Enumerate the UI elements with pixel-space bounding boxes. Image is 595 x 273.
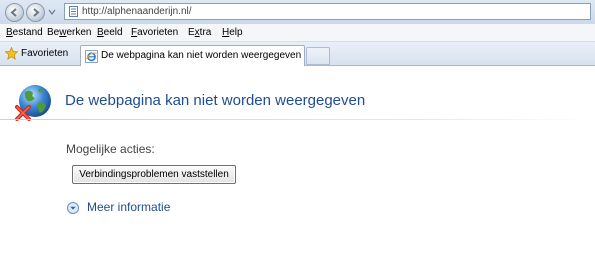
- menu-bewerken[interactable]: Bewerken: [47, 27, 91, 38]
- recent-pages-dropdown[interactable]: [48, 8, 56, 16]
- diagnose-connection-button[interactable]: Verbindingsproblemen vaststellen: [72, 165, 236, 184]
- url-text[interactable]: http://alphenaanderijn.nl/: [82, 6, 192, 17]
- address-bar[interactable]: http://alphenaanderijn.nl/: [64, 3, 591, 20]
- menu-bar: Bestand Bewerken Beeld Favorieten Extra …: [0, 24, 595, 42]
- favorites-button[interactable]: Favorieten: [3, 45, 75, 62]
- tab-bar: Favorieten De webpagina kan niet worden …: [0, 42, 595, 66]
- forward-button[interactable]: [26, 3, 45, 22]
- menu-bestand[interactable]: Bestand: [6, 27, 43, 38]
- actions-label: Mogelijke acties:: [66, 142, 155, 156]
- expand-circle-icon[interactable]: [67, 202, 79, 214]
- menu-help[interactable]: Help: [222, 27, 243, 38]
- favorites-label: Favorieten: [21, 48, 69, 59]
- page-icon: [69, 6, 78, 17]
- tab-title: De webpagina kan niet worden weergegeven: [101, 50, 302, 61]
- divider: [0, 119, 595, 120]
- star-icon: [5, 47, 18, 60]
- menu-extra[interactable]: Extra: [188, 27, 211, 38]
- menu-favorieten[interactable]: Favorieten: [131, 27, 178, 38]
- address-toolbar: http://alphenaanderijn.nl/: [0, 0, 595, 24]
- menu-beeld[interactable]: Beeld: [97, 27, 123, 38]
- tab-active[interactable]: De webpagina kan niet worden weergegeven: [80, 45, 305, 66]
- back-button[interactable]: [5, 3, 24, 22]
- more-info-label[interactable]: Meer informatie: [87, 200, 170, 214]
- new-tab-button[interactable]: [306, 47, 330, 65]
- page-title: De webpagina kan niet worden weergegeven: [65, 92, 366, 109]
- back-arrow-icon: [10, 8, 17, 17]
- ie-icon: [85, 50, 98, 63]
- forward-arrow-icon: [33, 8, 40, 17]
